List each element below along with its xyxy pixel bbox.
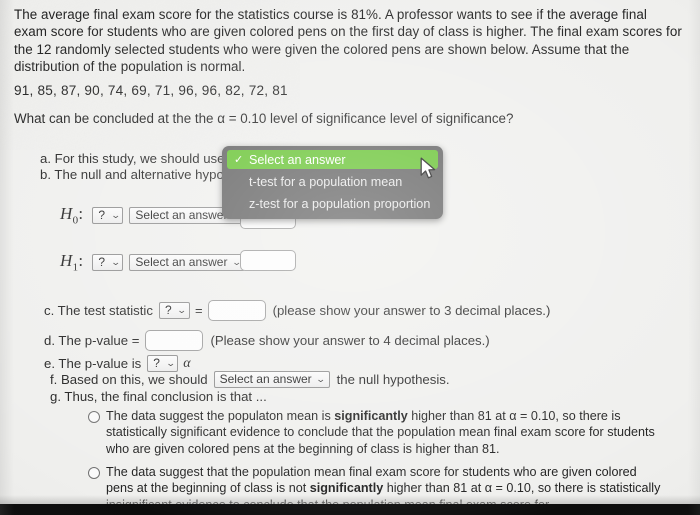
item-d-row: d. The p-value = (Please show your answe… [44, 330, 490, 351]
significance-question: What can be concluded at the the α = 0.1… [14, 111, 514, 126]
h1-value-input[interactable] [240, 250, 296, 271]
test-type-dropdown-menu[interactable]: ✓ Select an answer t-test for a populati… [222, 146, 443, 219]
screenshot-page: The average final exam score for the sta… [0, 0, 700, 515]
chevron-down-icon: ⌄ [315, 374, 326, 384]
item-f-row: f. Based on this, we should Select an an… [50, 371, 450, 388]
dropdown-option-label: Select an answer [249, 152, 346, 167]
item-e-label: e. The p-value is [44, 356, 142, 371]
radio-button-icon[interactable] [88, 411, 100, 423]
h0-symbol-select-value: ? [98, 207, 106, 222]
chevron-down-icon: ⌄ [177, 305, 188, 315]
decision-select-value: Select an answer [219, 372, 312, 386]
item-d-label: d. The p-value = [44, 333, 140, 348]
h0-row: H0: ? ⌄ Select an answer ⌄ [60, 204, 246, 227]
item-f-label: f. Based on this, we should [50, 372, 208, 387]
h0-symbol-select[interactable]: ? ⌄ [92, 206, 124, 224]
item-g-label: g. Thus, the final conclusion is that ..… [50, 389, 267, 404]
p-value-compare-select[interactable]: ? ⌄ [147, 355, 179, 372]
equals-sign: = [194, 303, 203, 318]
item-c-label: c. The test statistic [44, 303, 153, 318]
problem-paragraph: The average final exam score for the sta… [14, 7, 682, 75]
radio-button-icon[interactable] [88, 467, 100, 479]
h1-row: H1: ? ⌄ Select an answer ⌄ [60, 251, 246, 274]
h1-parameter-select[interactable]: Select an answer ⌄ [129, 253, 246, 271]
h1-label: H1: [60, 251, 84, 274]
h1-symbol-select[interactable]: ? ⌄ [92, 253, 124, 271]
h0-parameter-select-value: Select an answer [135, 207, 228, 222]
dropdown-option-t-test[interactable]: t-test for a population mean [222, 172, 443, 192]
p-value-compare-value: ? [153, 356, 160, 370]
bottom-black-bar [0, 504, 700, 515]
conclusion-option-1[interactable]: The data suggest the populaton mean is s… [88, 408, 688, 457]
test-statistic-symbol-value: ? [164, 303, 172, 317]
conclusion-option-1-text: The data suggest the populaton mean is s… [106, 409, 655, 456]
chevron-down-icon: ⌄ [110, 209, 121, 220]
p-value-input[interactable] [145, 330, 204, 351]
item-c-row: c. The test statistic ? ⌄ = (please show… [44, 300, 550, 321]
dropdown-option-z-test[interactable]: z-test for a population proportion [222, 194, 443, 214]
checkmark-icon: ✓ [234, 154, 244, 166]
test-statistic-symbol-select[interactable]: ? ⌄ [158, 302, 190, 319]
item-c-hint: (please show your answer to 3 decimal pl… [272, 303, 551, 318]
mouse-cursor-icon [420, 157, 436, 179]
dropdown-option-label: t-test for a population mean [249, 175, 403, 189]
h1-parameter-select-value: Select an answer [135, 254, 228, 269]
dropdown-option-select-an-answer[interactable]: ✓ Select an answer [227, 150, 438, 169]
item-d-hint: (Please show your answer to 4 decimal pl… [210, 333, 490, 348]
chevron-down-icon: ⌄ [165, 358, 176, 368]
decision-select[interactable]: Select an answer ⌄ [213, 371, 330, 388]
item-f-tail: the null hypothesis. [336, 372, 450, 387]
item-e-row: e. The p-value is ? ⌄ α [44, 355, 191, 372]
alpha-symbol: α [183, 355, 191, 371]
h1-symbol-select-value: ? [98, 254, 106, 269]
test-statistic-input[interactable] [207, 300, 266, 321]
sample-data-values: 91, 85, 87, 90, 74, 69, 71, 96, 96, 82, … [14, 83, 288, 98]
h0-label: H0: [60, 204, 84, 227]
dropdown-option-label: z-test for a population proportion [249, 197, 431, 211]
item-a-label: a. For this study, we should use [40, 151, 225, 166]
chevron-down-icon: ⌄ [110, 256, 121, 267]
